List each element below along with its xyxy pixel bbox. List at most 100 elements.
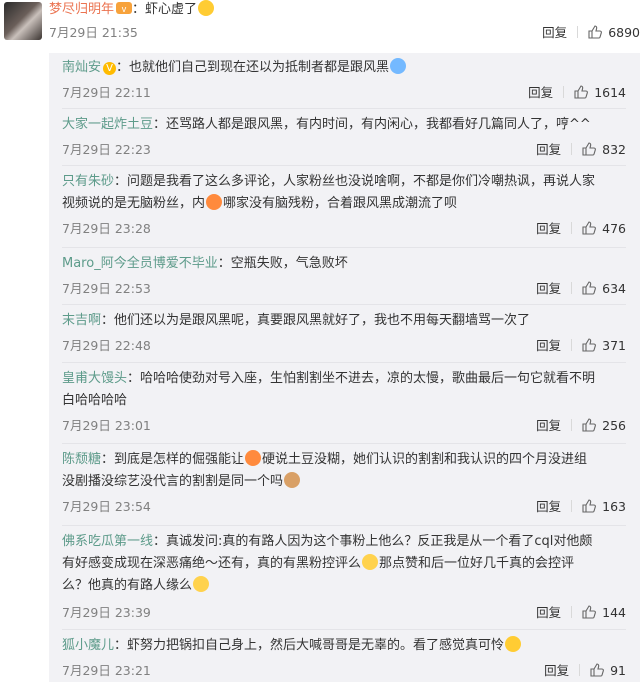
- like-button[interactable]: 634: [582, 279, 626, 299]
- divider: [571, 339, 573, 351]
- timestamp: 7月29日 22:53: [62, 281, 151, 296]
- reply-content: 末吉啊：他们还以为是跟风黑呢，真要跟风黑就好了，我也不用每天翻墙骂一次了: [62, 310, 626, 332]
- thumbs-up-icon: [582, 281, 597, 295]
- reply-actions: 回复 91: [544, 661, 626, 681]
- reply-text: 有好感变成现在深恶痛绝～还有，真的有黑粉控评么: [62, 556, 362, 571]
- like-button[interactable]: 6890: [588, 23, 640, 43]
- timestamp: 7月29日 22:23: [62, 142, 151, 157]
- username-link[interactable]: 梦尽归明年: [49, 2, 114, 17]
- reply-button[interactable]: 回复: [536, 336, 561, 356]
- divider: [571, 222, 573, 234]
- reply-actions: 回复 1614: [528, 83, 626, 103]
- username-link[interactable]: Maro_阿今全员博爱不毕业: [62, 256, 218, 271]
- reply-text: 视频说的是无脑粉丝，内: [62, 196, 206, 211]
- crying-emoji-icon: [390, 58, 407, 74]
- like-button[interactable]: 371: [582, 336, 626, 356]
- comment-actions: 回复 6890: [542, 23, 640, 43]
- divider: [62, 165, 626, 166]
- reply-text: ：还骂路人都是跟风黑，有内时间，有内闲心，我都看好几篇同人了，哼^^: [153, 117, 591, 132]
- reply-button[interactable]: 回复: [536, 140, 561, 160]
- reply-button[interactable]: 回复: [536, 416, 561, 436]
- reply-content: 南灿安 V ：也就他们自己到现在还以为抵制者都是跟风黑: [62, 57, 626, 79]
- divider: [579, 664, 581, 676]
- vip-badge-icon: v: [116, 2, 133, 14]
- reply-meta: 7月29日 22:53 回复 634: [62, 279, 626, 299]
- username-link[interactable]: 陈颓糖: [62, 452, 101, 467]
- reply-button[interactable]: 回复: [536, 279, 561, 299]
- username-link[interactable]: 皇甫大馒头: [62, 371, 127, 386]
- thumbs-up-icon: [582, 605, 597, 619]
- laughing-emoji-icon: [206, 194, 223, 210]
- thumbs-up-icon: [574, 85, 589, 99]
- thumbs-up-icon: [590, 663, 605, 677]
- pitiful-emoji-icon: [505, 636, 522, 652]
- reply-button[interactable]: 回复: [536, 497, 561, 517]
- like-button[interactable]: 163: [582, 497, 626, 517]
- timestamp: 7月29日 23:21: [62, 663, 151, 678]
- reply-meta: 7月29日 22:23 回复 832: [62, 140, 626, 160]
- username-link[interactable]: 佛系吃瓜第一线: [62, 534, 153, 549]
- timestamp: 7月29日 23:39: [62, 605, 151, 620]
- reply-actions: 回复 163: [536, 497, 626, 517]
- reply-content: 只有朱砂：问题是我看了这么多评论，人家粉丝也没说啥啊，不都是你们冷嘲热讽，再说人…: [62, 171, 626, 215]
- divider: [62, 525, 626, 526]
- reply-text: 么？他真的有路人缘么: [62, 578, 193, 593]
- reply-content: 陈颓糖：到底是怎样的倔强能让 硬说土豆没糊，她们认识的割割和我认识的四个月没进组 …: [62, 449, 626, 493]
- sweat-emoji-icon: [362, 554, 379, 570]
- thumbs-up-icon: [588, 25, 603, 39]
- username-link[interactable]: 末吉啊: [62, 313, 101, 328]
- reply-meta: 7月29日 23:39 回复 144: [62, 603, 626, 623]
- divider: [571, 282, 573, 294]
- smile-emoji-icon: [198, 0, 215, 16]
- like-count: 256: [602, 418, 626, 433]
- like-count: 832: [602, 142, 626, 157]
- divider: [62, 362, 626, 363]
- username-link[interactable]: 狐小魔儿: [62, 638, 114, 653]
- reply-text: ：也就他们自己到现在还以为抵制者都是跟风黑: [116, 60, 390, 75]
- username-link[interactable]: 只有朱砂: [62, 174, 114, 189]
- reply-button[interactable]: 回复: [542, 23, 567, 43]
- comment-text: ：虾心虚了: [132, 2, 198, 17]
- reply-button[interactable]: 回复: [536, 219, 561, 239]
- reply-button[interactable]: 回复: [544, 661, 569, 681]
- like-button[interactable]: 476: [582, 219, 626, 239]
- like-count: 6890: [608, 25, 640, 40]
- reply-button[interactable]: 回复: [528, 83, 553, 103]
- divider: [571, 419, 573, 431]
- reply-text: 白哈哈哈哈: [62, 393, 128, 408]
- reply-actions: 回复 634: [536, 279, 626, 299]
- like-button[interactable]: 91: [590, 661, 626, 681]
- like-count: 634: [602, 281, 626, 296]
- reply-text: 没剧播没综艺没代言的割割是同一个吗: [62, 474, 284, 489]
- avatar[interactable]: [4, 2, 42, 40]
- reply-actions: 回复 371: [536, 336, 626, 356]
- like-button[interactable]: 1614: [574, 83, 626, 103]
- reply-list: 南灿安 V ：也就他们自己到现在还以为抵制者都是跟风黑 7月29日 22:11 回复…: [49, 53, 640, 682]
- reply-text: ：真诚发问:真的有路人因为这个事粉上他么？反正我是从一个看了cql对他颇: [153, 534, 593, 549]
- reply-actions: 回复 476: [536, 219, 626, 239]
- like-count: 371: [602, 338, 626, 353]
- divider: [62, 247, 626, 248]
- reply-button[interactable]: 回复: [536, 603, 561, 623]
- thumbs-up-icon: [582, 221, 597, 235]
- comment-meta: 7月29日 21:35 回复 6890: [49, 23, 640, 43]
- username-link[interactable]: 南灿安: [62, 60, 101, 75]
- timestamp: 7月29日 23:54: [62, 499, 151, 514]
- reply-actions: 回复 832: [536, 140, 626, 160]
- reply-text: ：空瓶失败，气急败坏: [217, 256, 348, 271]
- like-button[interactable]: 144: [582, 603, 626, 623]
- thumbs-up-icon: [582, 338, 597, 352]
- like-count: 1614: [594, 85, 626, 100]
- reply-meta: 7月29日 23:54 回复 163: [62, 497, 626, 517]
- reply-meta: 7月29日 23:01 回复 256: [62, 416, 626, 436]
- divider: [62, 108, 626, 109]
- timestamp: 7月29日 23:28: [62, 221, 151, 236]
- thumbs-up-icon: [582, 142, 597, 156]
- like-button[interactable]: 256: [582, 416, 626, 436]
- username-link[interactable]: 大家一起炸土豆: [62, 117, 153, 132]
- thumbs-up-icon: [582, 499, 597, 513]
- like-button[interactable]: 832: [582, 140, 626, 160]
- reply-text: 那点赞和后一位好几千真的会控评: [379, 556, 575, 571]
- divider: [62, 629, 626, 630]
- reply-content: 大家一起炸土豆：还骂路人都是跟风黑，有内时间，有内闲心，我都看好几篇同人了，哼^…: [62, 114, 626, 136]
